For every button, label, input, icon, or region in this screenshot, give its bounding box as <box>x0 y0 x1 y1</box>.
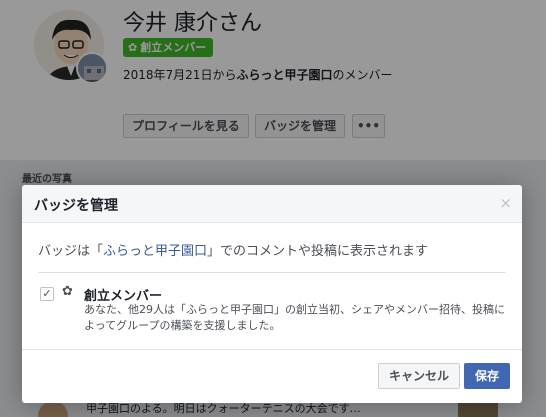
dialog-description: バッジは「ふらっと甲子園口」でのコメントや投稿に表示されます <box>38 244 429 259</box>
cancel-button[interactable]: キャンセル <box>378 363 460 389</box>
group-link[interactable]: ふらっと甲子園口 <box>103 244 207 259</box>
sprout-icon: ✿ <box>62 284 73 299</box>
checkmark-icon: ✓ <box>42 287 52 300</box>
divider <box>38 272 506 273</box>
dialog-header: バッジを管理 × <box>22 185 522 223</box>
badge-checkbox[interactable]: ✓ <box>40 287 54 301</box>
footer-divider <box>22 349 522 350</box>
badge-description: あなた、他29人は「ふらっと甲子園口」の創立当初、シェアやメンバー招待、投稿によ… <box>84 303 505 332</box>
close-icon[interactable]: × <box>499 194 512 212</box>
manage-badges-dialog: バッジを管理 × バッジは「ふらっと甲子園口」でのコメントや投稿に表示されます … <box>22 185 522 403</box>
save-button[interactable]: 保存 <box>464 363 510 389</box>
dialog-title: バッジを管理 <box>34 198 118 214</box>
